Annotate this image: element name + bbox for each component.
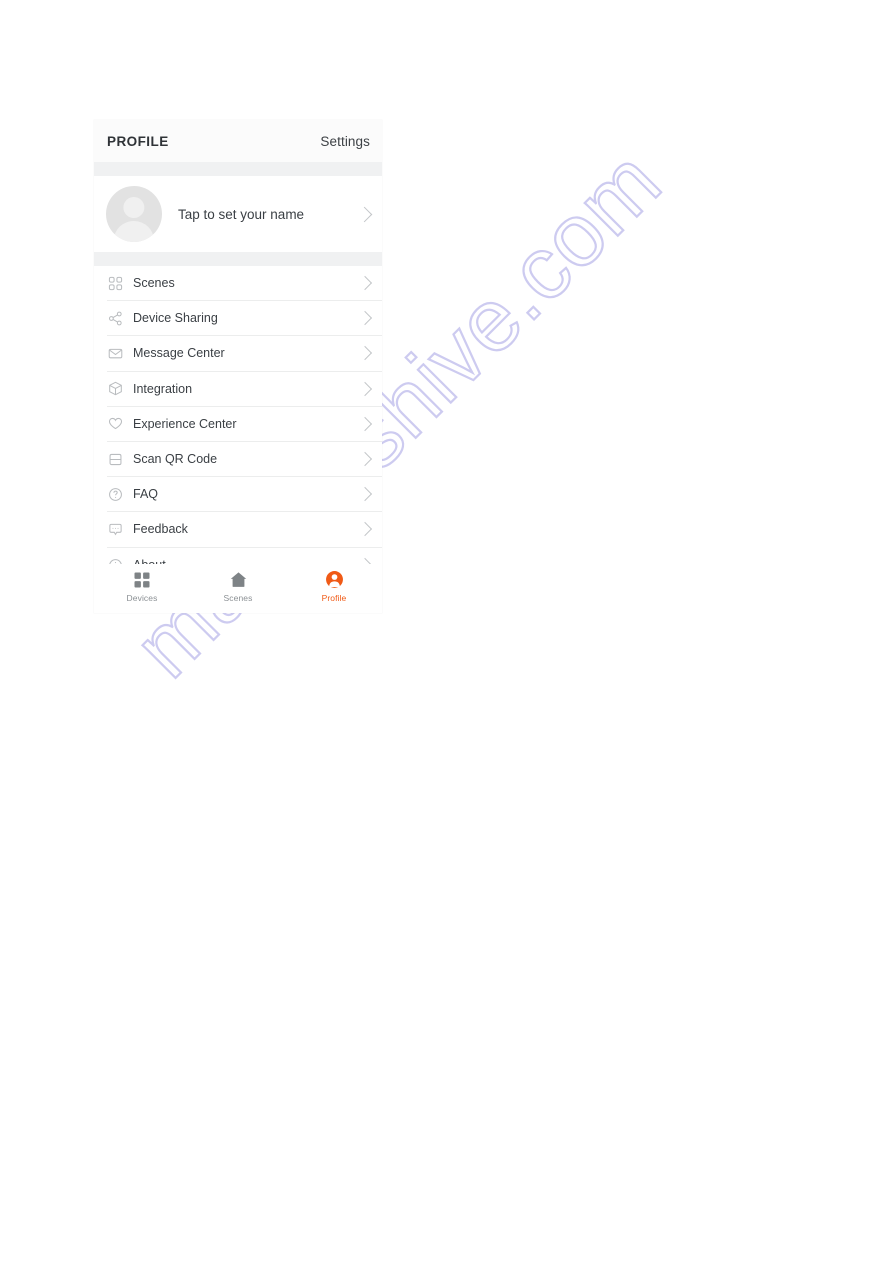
tab-label: Profile [321, 593, 347, 603]
menu-item-scenes[interactable]: Scenes [107, 266, 382, 302]
page-title: PROFILE [107, 133, 169, 149]
chevron-right-icon [357, 311, 373, 326]
profile-name-label: Tap to set your name [178, 206, 305, 222]
grid-squares-icon [107, 275, 123, 291]
chevron-right-icon [357, 276, 373, 291]
menu-item-label: Experience Center [133, 416, 237, 431]
scan-code-icon [107, 451, 123, 467]
cube-icon [107, 381, 123, 397]
menu-item-integration[interactable]: Integration [107, 372, 382, 407]
menu-item-label: Scenes [133, 276, 175, 291]
menu-item-label: Message Center [133, 346, 225, 361]
phone-screenshot-frame: PROFILE Settings Tap to set your name Sc… [94, 120, 382, 613]
menu-item-label: Scan QR Code [133, 452, 218, 467]
bottom-tab-bar: Devices Scenes Profile [94, 564, 382, 613]
menu-item-scan-qr-code[interactable]: Scan QR Code [107, 442, 382, 478]
speech-bubble-icon [107, 521, 123, 537]
tab-profile[interactable]: Profile [286, 569, 382, 603]
menu-item-faq[interactable]: FAQ [107, 477, 382, 513]
chevron-right-icon [357, 487, 373, 502]
home-filled-icon [228, 569, 249, 590]
settings-button[interactable]: Settings [320, 134, 370, 149]
tab-scenes[interactable]: Scenes [190, 569, 286, 603]
chevron-right-icon [357, 416, 373, 431]
menu-item-feedback[interactable]: Feedback [107, 512, 382, 548]
share-nodes-icon [107, 310, 123, 326]
profile-card-row[interactable]: Tap to set your name [94, 176, 382, 252]
tab-label: Devices [126, 593, 158, 603]
menu-item-message-center[interactable]: Message Center [107, 336, 382, 372]
grid-filled-icon [132, 569, 153, 590]
chevron-right-icon [357, 381, 373, 396]
tab-label: Scenes [223, 593, 253, 603]
heart-icon [107, 416, 123, 432]
chevron-right-icon [356, 206, 373, 222]
profile-menu-list: Scenes Device Sharing Message Center Int… [94, 266, 382, 583]
app-header: PROFILE Settings [94, 120, 382, 162]
tab-devices[interactable]: Devices [94, 569, 190, 603]
menu-item-device-sharing[interactable]: Device Sharing [107, 301, 382, 337]
menu-item-label: Device Sharing [133, 311, 218, 326]
person-filled-icon [324, 569, 345, 590]
chevron-right-icon [357, 346, 373, 361]
question-circle-icon [107, 486, 123, 502]
person-avatar-icon[interactable] [106, 186, 162, 242]
menu-item-label: Integration [133, 381, 193, 396]
avatar-head-shape [123, 197, 145, 219]
section-divider-bottom [94, 252, 382, 266]
section-divider-top [94, 162, 382, 176]
menu-item-experience-center[interactable]: Experience Center [107, 407, 382, 442]
chevron-right-icon [357, 522, 373, 537]
chevron-right-icon [357, 451, 373, 467]
avatar-body-shape [113, 220, 155, 242]
menu-item-label: Feedback [133, 522, 188, 537]
envelope-icon [107, 345, 123, 361]
menu-item-label: FAQ [133, 487, 159, 502]
